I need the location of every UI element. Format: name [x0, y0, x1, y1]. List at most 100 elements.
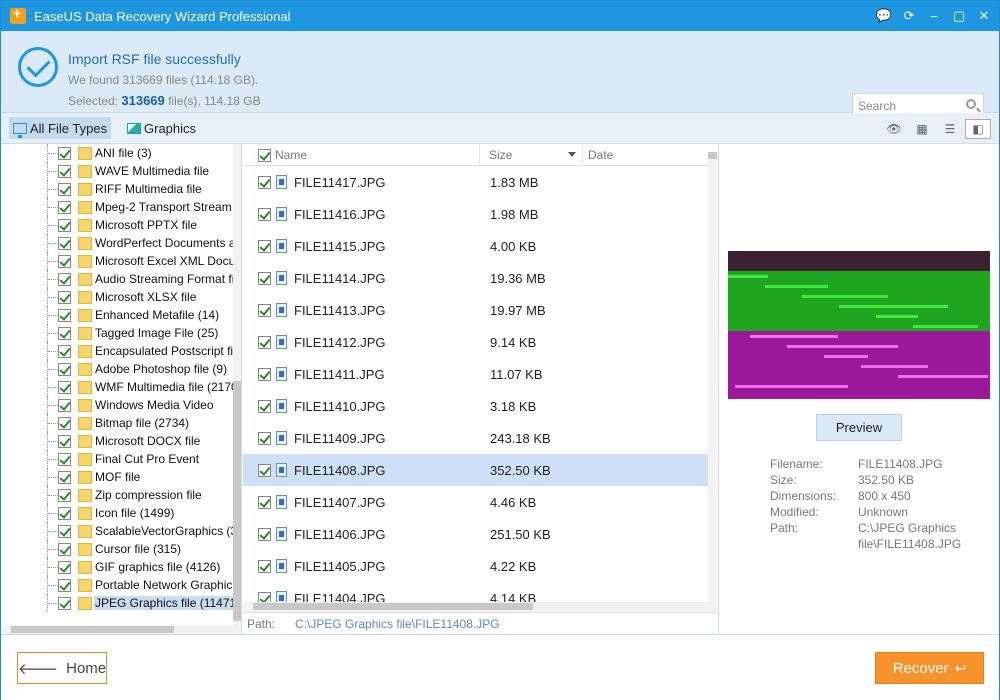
tree-item-checkbox[interactable]: [58, 380, 71, 394]
tree-item[interactable]: Mpeg-2 Transport Stream: [1, 198, 233, 216]
tree-item-checkbox[interactable]: [58, 146, 71, 160]
row-checkbox[interactable]: [258, 207, 271, 221]
list-vertical-scrollbar[interactable]: [708, 152, 717, 612]
table-row[interactable]: FILE11414.JPG 19.36 MB: [243, 262, 708, 294]
tree-item[interactable]: Portable Network Graphic: [1, 576, 233, 594]
tab-all-file-types[interactable]: All File Types: [9, 117, 112, 139]
tree-horizontal-scroll-thumb[interactable]: [11, 626, 174, 633]
tree-item[interactable]: GIF graphics file (4126): [1, 558, 233, 576]
tree-item-checkbox[interactable]: [58, 470, 71, 484]
preview-button[interactable]: Preview: [816, 414, 902, 441]
tree-item[interactable]: Tagged Image File (25): [1, 324, 233, 342]
table-row[interactable]: FILE11409.JPG 243.18 KB: [243, 422, 708, 454]
minimize-button[interactable]: −: [923, 5, 945, 27]
row-checkbox[interactable]: [258, 367, 271, 381]
tree-item-checkbox[interactable]: [58, 416, 71, 430]
tree-item[interactable]: WAVE Multimedia file: [1, 162, 233, 180]
tree-item-checkbox[interactable]: [58, 308, 71, 322]
tree-item-checkbox[interactable]: [58, 398, 71, 412]
table-row[interactable]: FILE11417.JPG 1.83 MB: [243, 166, 708, 198]
tree-item[interactable]: Encapsulated Postscript fil: [1, 342, 233, 360]
tree-item-checkbox[interactable]: [58, 524, 71, 538]
table-row[interactable]: FILE11416.JPG 1.98 MB: [243, 198, 708, 230]
tree-item-checkbox[interactable]: [58, 506, 71, 520]
tree-item-checkbox[interactable]: [58, 236, 71, 250]
tree-item[interactable]: Audio Streaming Format fi: [1, 270, 233, 288]
tree-item[interactable]: Microsoft DOCX file: [1, 432, 233, 450]
tree-item-checkbox[interactable]: [58, 254, 71, 268]
row-checkbox[interactable]: [258, 271, 271, 285]
home-button[interactable]: 🡐 Home: [17, 652, 107, 684]
row-checkbox[interactable]: [258, 239, 271, 253]
row-checkbox[interactable]: [258, 431, 271, 445]
table-row[interactable]: FILE11410.JPG 3.18 KB: [243, 390, 708, 422]
column-date[interactable]: Date: [583, 144, 708, 166]
tree-item[interactable]: WordPerfect Documents a: [1, 234, 233, 252]
column-size[interactable]: Size: [480, 144, 583, 166]
tree-item-checkbox[interactable]: [58, 596, 71, 610]
tree-item[interactable]: Microsoft Excel XML Docu: [1, 252, 233, 270]
refresh-icon[interactable]: ⟳: [898, 5, 920, 27]
list-view-icon[interactable]: ☰: [937, 119, 963, 139]
tree-item-checkbox[interactable]: [58, 452, 71, 466]
tree-item[interactable]: Final Cut Pro Event: [1, 450, 233, 468]
row-checkbox[interactable]: [258, 303, 271, 317]
tree-item[interactable]: Windows Media Video: [1, 396, 233, 414]
tree-item[interactable]: Enhanced Metafile (14): [1, 306, 233, 324]
preview-eye-icon[interactable]: 👁: [881, 119, 907, 139]
tree-item-checkbox[interactable]: [58, 434, 71, 448]
tree-item-checkbox[interactable]: [58, 362, 71, 376]
thumbnail-view-icon[interactable]: ▦: [909, 119, 935, 139]
chat-icon[interactable]: 💬: [873, 5, 895, 27]
tab-graphics[interactable]: Graphics: [123, 117, 200, 139]
tree-item-checkbox[interactable]: [58, 182, 71, 196]
tree-item-checkbox[interactable]: [58, 290, 71, 304]
select-all-checkbox[interactable]: [258, 148, 271, 162]
tree-item[interactable]: WMF Multimedia file (2170: [1, 378, 233, 396]
table-row[interactable]: FILE11405.JPG 4.22 KB: [243, 550, 708, 582]
table-row[interactable]: FILE11415.JPG 4.00 KB: [243, 230, 708, 262]
tree-item[interactable]: ANI file (3): [1, 144, 233, 162]
tree-item-checkbox[interactable]: [58, 542, 71, 556]
row-checkbox[interactable]: [258, 559, 271, 573]
tree-item-checkbox[interactable]: [58, 488, 71, 502]
tree-item[interactable]: Adobe Photoshop file (9): [1, 360, 233, 378]
table-row[interactable]: FILE11413.JPG 19.97 MB: [243, 294, 708, 326]
tree-item-checkbox[interactable]: [58, 200, 71, 214]
tree-item[interactable]: Icon file (1499): [1, 504, 233, 522]
tree-item-checkbox[interactable]: [58, 218, 71, 232]
row-checkbox[interactable]: [258, 335, 271, 349]
close-button[interactable]: ✕: [973, 5, 995, 27]
table-row[interactable]: FILE11412.JPG 9.14 KB: [243, 326, 708, 358]
list-horizontal-scroll-thumb[interactable]: [253, 603, 533, 610]
tree-item[interactable]: RIFF Multimedia file: [1, 180, 233, 198]
row-checkbox[interactable]: [258, 399, 271, 413]
maximize-button[interactable]: ▢: [948, 5, 970, 27]
table-row[interactable]: FILE11407.JPG 4.46 KB: [243, 486, 708, 518]
column-name[interactable]: Name: [243, 144, 480, 166]
recover-button[interactable]: Recover ↩: [875, 652, 984, 684]
tree-item-checkbox[interactable]: [58, 344, 71, 358]
table-row[interactable]: FILE11408.JPG 352.50 KB: [243, 454, 708, 486]
detail-view-icon[interactable]: ◧: [965, 119, 991, 139]
tree-item-checkbox[interactable]: [58, 272, 71, 286]
tree-item[interactable]: Bitmap file (2734): [1, 414, 233, 432]
tree-item[interactable]: Cursor file (315): [1, 540, 233, 558]
table-row[interactable]: FILE11411.JPG 11.07 KB: [243, 358, 708, 390]
row-checkbox[interactable]: [258, 495, 271, 509]
row-checkbox[interactable]: [258, 463, 271, 477]
tree-item[interactable]: Microsoft PPTX file: [1, 216, 233, 234]
table-row[interactable]: FILE11406.JPG 251.50 KB: [243, 518, 708, 550]
tree-item[interactable]: JPEG Graphics file (11471): [1, 594, 233, 612]
tree-item[interactable]: ScalableVectorGraphics (31: [1, 522, 233, 540]
tree-item[interactable]: MOF file: [1, 468, 233, 486]
tree-item-checkbox[interactable]: [58, 578, 71, 592]
tree-item-checkbox[interactable]: [58, 560, 71, 574]
list-vertical-scroll-thumb[interactable]: [708, 152, 717, 159]
row-checkbox[interactable]: [258, 527, 271, 541]
tree-item-checkbox[interactable]: [58, 164, 71, 178]
tree-item-checkbox[interactable]: [58, 326, 71, 340]
search-icon[interactable]: [966, 99, 976, 109]
tree-item[interactable]: Microsoft XLSX file: [1, 288, 233, 306]
tree-item[interactable]: Zip compression file: [1, 486, 233, 504]
